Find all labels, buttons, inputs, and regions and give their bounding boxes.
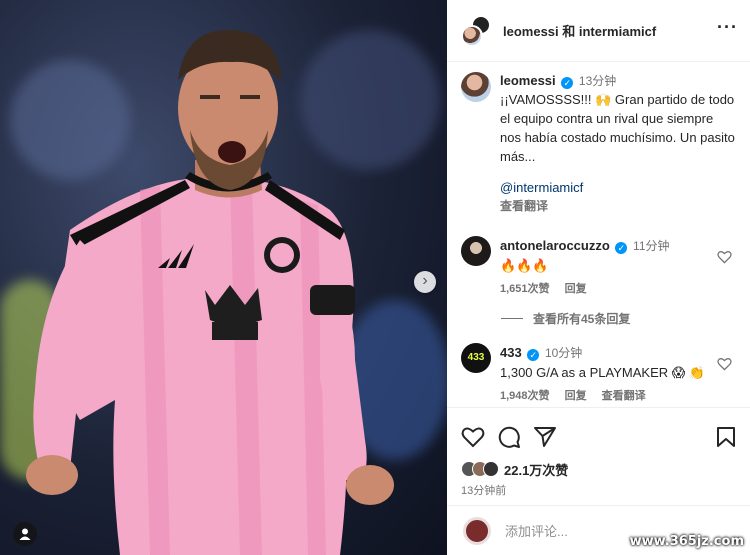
verified-badge-icon: ✓ <box>561 77 574 89</box>
post-actions <box>447 408 750 452</box>
comment-item: 433 433 ✓ 10分钟 1,300 G/A as a PLAYMAKER … <box>461 343 736 403</box>
reply-button[interactable]: 回复 <box>565 390 587 402</box>
view-all-replies[interactable]: 查看所有45条回复 <box>501 310 736 327</box>
divider-line <box>501 318 523 319</box>
player-illustration <box>26 29 394 555</box>
comment-username[interactable]: 433 <box>500 345 522 360</box>
post-time: 13分钟 <box>578 74 617 88</box>
watermark-text: www.365jz.com <box>629 534 744 549</box>
commenter-avatar[interactable] <box>461 236 491 266</box>
more-options-icon[interactable]: ··· <box>717 18 738 36</box>
like-comment-heart-icon[interactable] <box>717 357 732 371</box>
comment-item: antonelaroccuzzo ✓ 11分钟 🔥🔥🔥 1,651次赞 回复 <box>461 236 736 296</box>
like-comment-heart-icon[interactable] <box>717 250 732 264</box>
post-caption: leomessi ✓ 13分钟 ¡¡VAMOSSSS!!! 🙌 Gran par… <box>461 72 736 214</box>
see-translation-link[interactable]: 查看翻译 <box>500 197 736 214</box>
comment-text: 1,300 G/A as a PLAYMAKER 😱 👏 <box>500 365 706 380</box>
comment-time: 11分钟 <box>633 239 670 253</box>
comment-bubble-icon[interactable] <box>497 425 521 449</box>
like-heart-icon[interactable] <box>461 426 485 448</box>
user-icon <box>19 528 31 540</box>
bookmark-save-icon[interactable] <box>716 426 736 448</box>
post-header: leomessi 和 intermiamicf ··· <box>447 0 750 62</box>
collab-avatars[interactable] <box>461 14 493 47</box>
header-title[interactable]: leomessi 和 intermiamicf <box>503 21 656 40</box>
post-side-panel: leomessi 和 intermiamicf ··· leomessi ✓ 1… <box>447 0 750 555</box>
author-avatar[interactable] <box>461 72 491 102</box>
post-timestamp: 13分钟前 <box>461 485 507 497</box>
add-comment-input[interactable]: 添加评论... <box>505 521 568 540</box>
mention-link[interactable]: @intermiamicf <box>500 180 736 195</box>
liker-avatar <box>483 461 499 477</box>
see-translation-link[interactable]: 查看翻译 <box>602 390 646 402</box>
comments-scroll[interactable]: leomessi ✓ 13分钟 ¡¡VAMOSSSS!!! 🙌 Gran par… <box>447 62 750 408</box>
view-all-replies-label[interactable]: 查看所有45条回复 <box>533 310 630 327</box>
current-user-avatar <box>463 516 491 545</box>
messi-avatar[interactable] <box>461 24 483 47</box>
comment-text: 🔥🔥🔥 <box>500 258 549 273</box>
share-send-icon[interactable] <box>533 426 557 448</box>
comment-likes[interactable]: 1,948次赞 <box>500 390 550 402</box>
verified-badge-icon: ✓ <box>527 349 540 361</box>
comment-username[interactable]: antonelaroccuzzo <box>500 238 610 253</box>
reply-button[interactable]: 回复 <box>565 283 587 295</box>
tagged-people-button[interactable] <box>13 522 37 546</box>
likes-count[interactable]: 22.1万次赞 <box>504 460 568 479</box>
author-username[interactable]: leomessi <box>500 73 556 88</box>
caption-text: ¡¡VAMOSSSS!!! 🙌 Gran partido de todo el … <box>500 92 735 164</box>
comment-time: 10分钟 <box>544 346 583 360</box>
carousel-next-button[interactable]: › <box>414 271 436 293</box>
verified-badge-icon: ✓ <box>615 242 628 254</box>
commenter-avatar[interactable]: 433 <box>461 343 491 373</box>
likes-row[interactable]: 22.1万次赞 <box>447 452 750 480</box>
post-photo: › <box>0 0 447 555</box>
comment-likes[interactable]: 1,651次赞 <box>500 283 550 295</box>
